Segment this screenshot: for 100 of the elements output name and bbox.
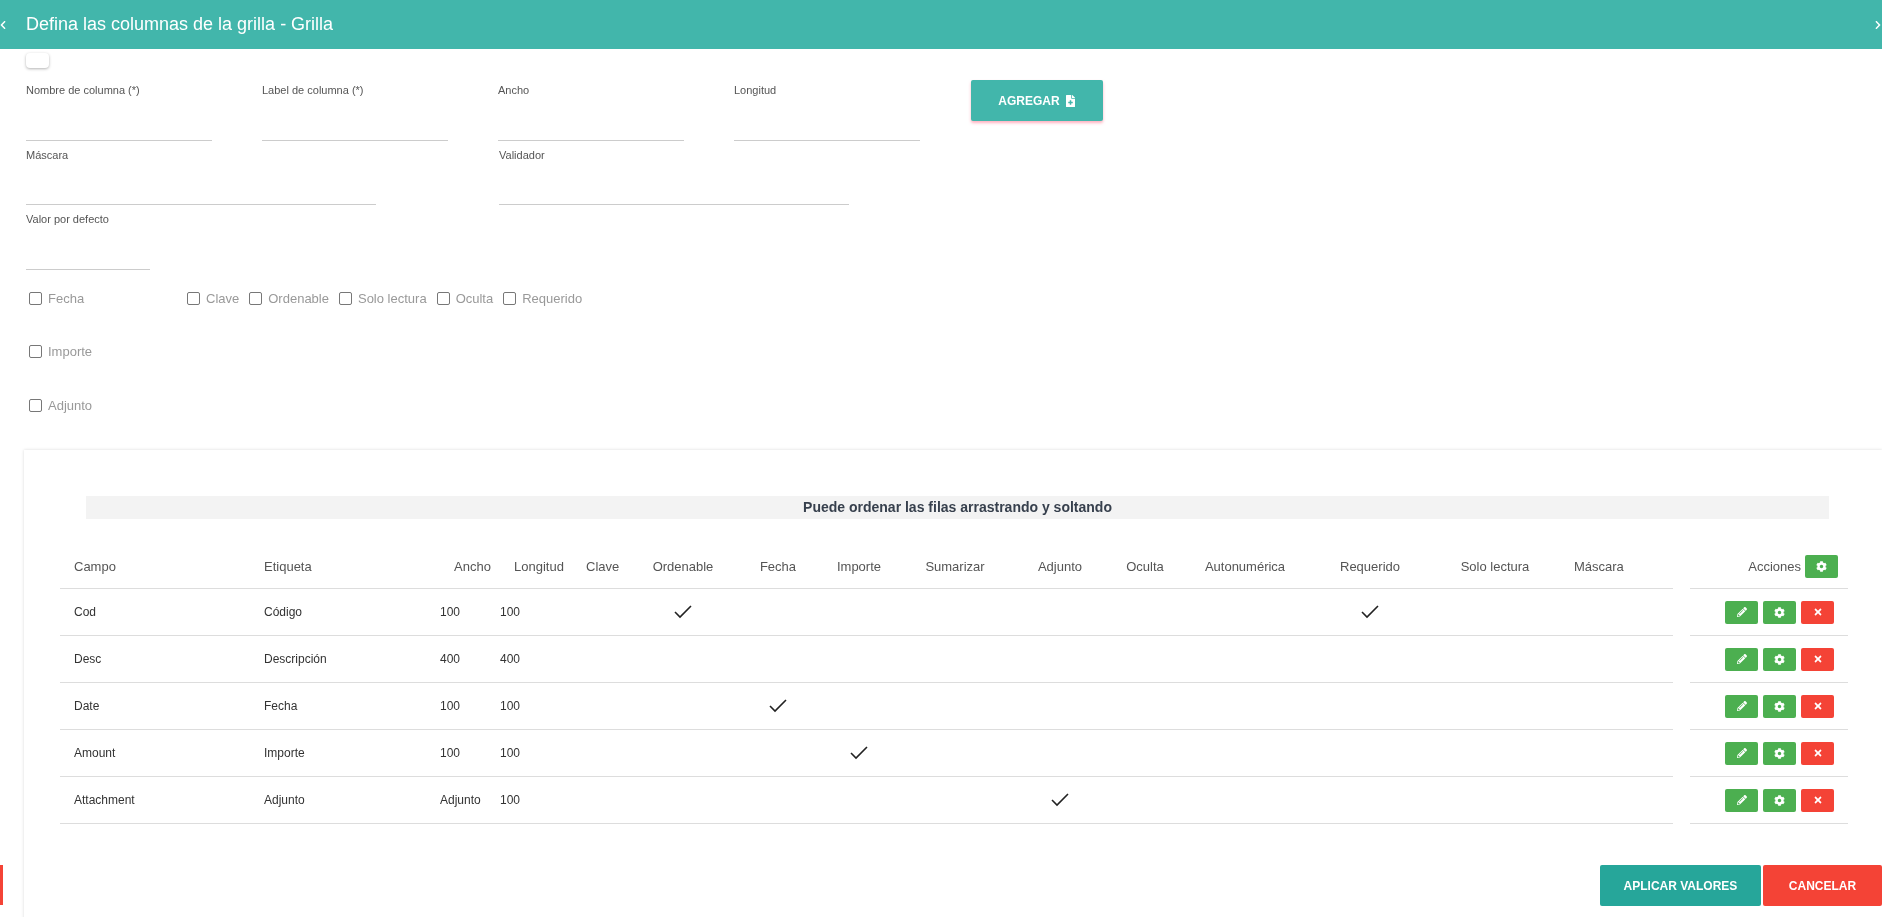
settings-button[interactable] <box>1763 694 1796 718</box>
check-icon <box>1051 793 1069 807</box>
column-header: Etiqueta <box>263 557 313 576</box>
checkbox-label: Fecha <box>48 289 85 308</box>
pencil-icon <box>1736 701 1747 711</box>
checkbox[interactable] <box>436 291 450 305</box>
column-header: Oculta <box>1125 557 1165 576</box>
delete-button[interactable] <box>1801 694 1834 718</box>
table-cell: 400 <box>500 636 572 683</box>
checkbox-label: Clave <box>206 289 240 308</box>
close-icon <box>1812 607 1823 617</box>
delete-button[interactable] <box>1801 741 1834 765</box>
table-cell: 100 <box>500 777 572 824</box>
checkbox[interactable] <box>29 345 42 359</box>
table-cell: Cod <box>60 589 250 636</box>
chevron-right-icon[interactable] <box>1875 19 1881 30</box>
settings-button[interactable] <box>1763 647 1796 671</box>
column-header: Máscara <box>1573 557 1625 576</box>
actions-header: Acciones <box>1748 557 1801 576</box>
table-cell: 100 <box>500 730 572 777</box>
edit-button[interactable] <box>1725 741 1758 765</box>
table-cell: Adjunto <box>250 777 440 824</box>
field-label: Nombre de columna (*) <box>26 83 141 98</box>
settings-button[interactable] <box>1763 788 1796 812</box>
toggle-switch[interactable] <box>26 53 49 68</box>
settings-button[interactable] <box>1763 600 1796 624</box>
checkbox[interactable] <box>503 291 517 305</box>
field-label: Validador <box>499 147 546 163</box>
checkbox[interactable] <box>29 291 42 305</box>
table-cell: 100 <box>440 730 500 777</box>
checkbox-label: Oculta <box>455 289 494 308</box>
field-label: Valor por defecto <box>26 212 110 227</box>
chevron-left-icon[interactable] <box>0 19 6 30</box>
checkbox[interactable] <box>187 291 200 305</box>
column-header: Solo lectura <box>1459 557 1531 576</box>
settings-icon <box>1774 747 1785 759</box>
table-cell: Desc <box>60 636 250 683</box>
checkbox[interactable] <box>249 291 263 305</box>
settings-button[interactable] <box>1763 741 1796 765</box>
checkbox-label: Requerido <box>522 289 583 308</box>
column-header: Fecha <box>758 557 798 576</box>
check-icon <box>769 699 787 713</box>
pencil-icon <box>1736 654 1747 664</box>
pencil-icon <box>1736 607 1747 617</box>
table-banner: Puede ordenar las filas arrastrando y soltando <box>86 496 1829 519</box>
table-cell: Código <box>250 589 440 636</box>
settings-icon <box>1774 794 1785 806</box>
table-cell: Adjunto <box>440 777 500 824</box>
column-header: Clave <box>585 557 621 576</box>
field-label: Ancho <box>498 83 531 98</box>
table-cell: 100 <box>440 589 500 636</box>
checkbox[interactable] <box>29 398 42 412</box>
checkbox[interactable] <box>338 291 352 305</box>
checkbox-label: Importe <box>48 343 93 361</box>
apply-button[interactable]: APLICAR VALORES <box>1600 865 1761 906</box>
column-header: Campo <box>73 557 117 576</box>
table-cell: 100 <box>500 589 572 636</box>
column-header: Adjunto <box>1036 557 1084 576</box>
table-cell: Amount <box>60 730 250 777</box>
edit-button[interactable] <box>1725 600 1758 624</box>
delete-button[interactable] <box>1801 647 1834 671</box>
settings-icon <box>1816 561 1827 572</box>
edit-button[interactable] <box>1725 694 1758 718</box>
table-cell: Importe <box>250 730 440 777</box>
table-cell: Fecha <box>250 683 440 730</box>
column-header: Ordenable <box>651 557 715 576</box>
edit-button[interactable] <box>1725 647 1758 671</box>
dialog-title: Defina las columnas de la grilla - Grilla <box>26 13 334 36</box>
settings-icon <box>1774 700 1785 712</box>
field-label: Máscara <box>26 147 70 163</box>
column-header: Longitud <box>513 557 565 576</box>
field-label: Longitud <box>734 83 778 98</box>
add-button[interactable]: AGREGAR <box>971 80 1103 121</box>
pencil-icon <box>1736 795 1747 805</box>
table-cell: Attachment <box>60 777 250 824</box>
checkbox-label: Solo lectura <box>357 289 427 308</box>
delete-button[interactable] <box>1801 600 1834 624</box>
column-header: Sumarizar <box>924 557 986 576</box>
check-icon <box>1361 605 1379 619</box>
pencil-icon <box>1736 748 1747 758</box>
edit-button[interactable] <box>1725 788 1758 812</box>
delete-button[interactable] <box>1801 788 1834 812</box>
column-header: Ancho <box>453 557 492 576</box>
table-cell: 400 <box>440 636 500 683</box>
checkbox-label: Adjunto <box>48 396 93 415</box>
table-cell: 100 <box>440 683 500 730</box>
close-icon <box>1812 701 1823 711</box>
settings-icon <box>1774 606 1785 618</box>
close-icon <box>1812 795 1823 805</box>
settings-button[interactable] <box>1805 555 1838 578</box>
field-label: Label de columna (*) <box>262 83 365 98</box>
table-cell: Descripción <box>250 636 440 683</box>
column-header: Autonumérica <box>1203 557 1287 576</box>
column-header: Importe <box>835 557 883 576</box>
settings-icon <box>1774 653 1785 665</box>
cancel-button[interactable]: CANCELAR <box>1763 865 1882 906</box>
check-icon <box>850 746 868 760</box>
table-cell: 100 <box>500 683 572 730</box>
close-icon <box>1812 748 1823 758</box>
table-cell: Date <box>60 683 250 730</box>
